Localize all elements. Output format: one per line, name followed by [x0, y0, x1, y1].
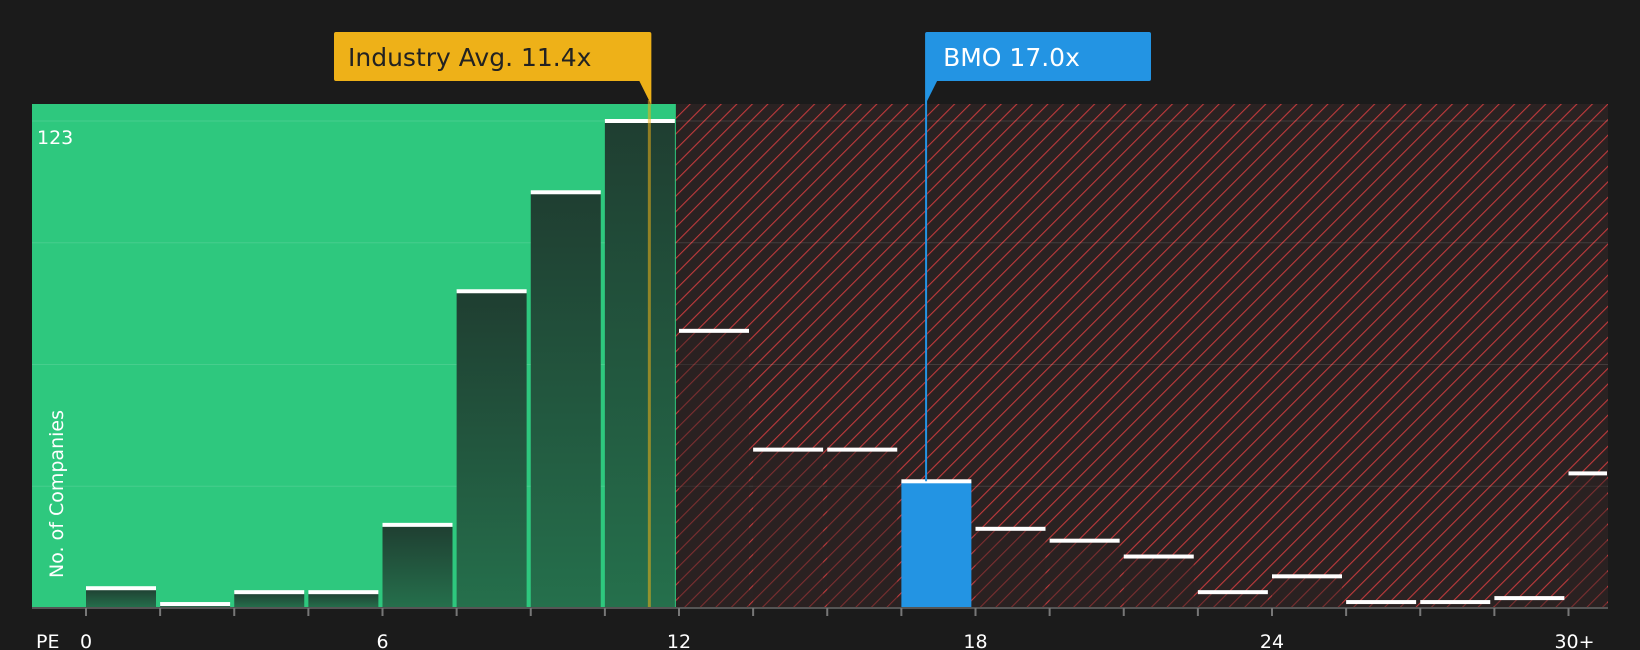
bar-cap — [160, 602, 231, 607]
histogram-bar — [1272, 576, 1342, 608]
x-axis-title: PE — [36, 631, 59, 650]
x-tick-label: 12 — [667, 631, 691, 650]
bar-cap — [901, 479, 972, 484]
x-tick-label: 30+ — [1554, 631, 1594, 650]
histogram-bar — [234, 592, 305, 608]
histogram-bar — [1568, 473, 1607, 608]
histogram-bar — [308, 592, 379, 608]
bar-cap — [1049, 538, 1120, 543]
histogram-bar — [1197, 592, 1268, 608]
bar-cap — [1123, 554, 1194, 559]
bar-cap — [1346, 600, 1417, 605]
bar-cap — [975, 526, 1046, 531]
histogram-bar — [456, 291, 527, 608]
industry-avg-label: Industry Avg. 11.4x — [348, 43, 591, 72]
histogram-bar — [382, 524, 453, 608]
bar-cap — [382, 522, 453, 527]
company-pe-label: BMO 17.0x — [943, 43, 1080, 72]
bar-cap — [1568, 471, 1607, 476]
histogram-bar — [901, 481, 972, 608]
histogram-bar — [975, 528, 1046, 608]
x-tick-label: 0 — [80, 631, 92, 650]
histogram-bar — [827, 449, 898, 608]
bar-cap — [86, 586, 156, 591]
histogram-bar — [1049, 540, 1120, 608]
bar-cap — [1494, 596, 1565, 601]
histogram-bar — [604, 121, 675, 608]
x-tick-label: 6 — [376, 631, 388, 650]
bar-cap — [1272, 574, 1342, 579]
pe-distribution-chart: 0 6 12 18 24 30+ 123 No. of Companies PE Indu… — [32, 32, 1608, 650]
bar-cap — [679, 328, 749, 333]
bar-cap — [827, 447, 898, 452]
y-axis-max-label: 123 — [37, 127, 73, 149]
histogram-bar — [753, 449, 824, 608]
histogram-bar — [679, 330, 749, 608]
histogram-bar — [86, 588, 156, 608]
bar-cap — [1420, 600, 1491, 605]
industry-avg-callout: Industry Avg. 11.4x — [334, 32, 652, 105]
histogram-bar — [1123, 556, 1194, 608]
bar-cap — [530, 190, 601, 195]
bar-cap — [234, 590, 305, 595]
x-axis-ticks: 0 6 12 18 24 30+ — [80, 608, 1595, 650]
bar-cap — [604, 119, 675, 123]
bar-cap — [456, 289, 527, 294]
x-tick-label: 24 — [1260, 631, 1284, 650]
histogram-bar — [530, 192, 601, 608]
bar-cap — [753, 447, 824, 452]
bar-cap — [308, 590, 379, 595]
x-tick-label: 18 — [963, 631, 987, 650]
bar-cap — [1197, 590, 1268, 595]
y-axis-title: No. of Companies — [46, 410, 68, 578]
company-pe-callout: BMO 17.0x — [925, 32, 1151, 105]
